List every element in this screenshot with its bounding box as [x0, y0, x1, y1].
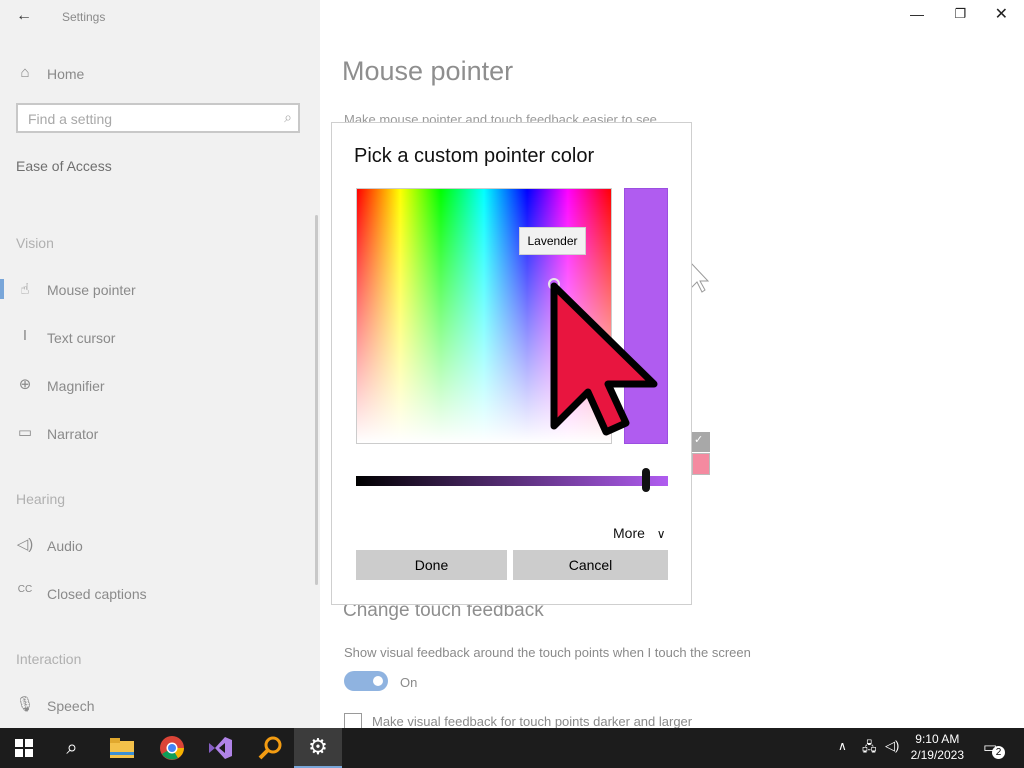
search-placeholder: Find a setting [28, 111, 113, 127]
magnifier-icon: ⊕ [18, 376, 32, 393]
speaker-icon: ◁) [16, 536, 34, 553]
taskbar: ⌕ ⚙ ∧ 🖧 ◁) 9:10 AM 2/19/2023 ▭ 2 [0, 728, 1024, 768]
mouse-pointer-icon: ☝ [20, 281, 30, 298]
restore-icon[interactable]: ❐ [954, 6, 966, 22]
category-heading: Ease of Access [16, 158, 112, 174]
clock-time: 9:10 AM [915, 732, 960, 746]
done-button[interactable]: Done [356, 550, 507, 580]
magnifier-app-icon[interactable] [246, 728, 294, 768]
brightness-slider[interactable] [356, 476, 668, 486]
custom-color-swatch-selected[interactable]: ✓ [692, 432, 710, 452]
sidebar-item-home[interactable]: Home [47, 66, 84, 82]
pink-color-swatch[interactable] [692, 453, 710, 475]
settings-gear-icon[interactable]: ⚙ [294, 728, 342, 768]
color-name-tooltip: Lavender [519, 227, 586, 255]
page-title: Mouse pointer [342, 56, 514, 86]
sidebar-item-text-cursor[interactable]: Text cursor [47, 330, 115, 346]
sidebar-item-narrator[interactable]: Narrator [47, 426, 98, 442]
section-heading-hearing: Hearing [16, 491, 66, 507]
section-heading-interaction: Interaction [16, 651, 82, 667]
sidebar-item-audio[interactable]: Audio [47, 538, 83, 554]
settings-sidebar: ← Settings ⌂ Home Find a setting ⌕ Ease … [0, 0, 320, 728]
more-label: More [613, 525, 645, 541]
checkmark-icon: ✓ [694, 434, 704, 446]
touch-feedback-toggle[interactable] [344, 671, 388, 691]
toggle-knob [373, 676, 383, 686]
cancel-button[interactable]: Cancel [513, 550, 668, 580]
sidebar-item-magnifier[interactable]: Magnifier [47, 378, 105, 394]
home-icon: ⌂ [20, 64, 30, 81]
text-cursor-icon: I [22, 327, 28, 344]
sidebar-item-mouse-pointer[interactable]: Mouse pointer [47, 282, 136, 298]
microphone-icon: 🎙 [15, 696, 35, 713]
closed-captions-icon: CC [17, 584, 33, 595]
notification-count-badge: 2 [992, 746, 1005, 759]
minimize-icon[interactable]: — [910, 6, 924, 22]
network-icon[interactable]: 🖧 [862, 738, 877, 760]
narrator-icon: ▭ [17, 424, 33, 441]
dialog-title: Pick a custom pointer color [354, 145, 595, 167]
touch-feedback-description: Show visual feedback around the touch po… [344, 645, 751, 660]
arrow-left-icon[interactable]: ← [14, 7, 34, 25]
brightness-slider-thumb[interactable] [642, 468, 650, 492]
notifications-icon[interactable]: ▭ 2 [983, 738, 1005, 759]
volume-icon[interactable]: ◁) [885, 738, 899, 754]
file-explorer-icon[interactable] [98, 728, 146, 768]
selection-indicator [0, 279, 4, 299]
more-button[interactable]: More ∨ [613, 525, 666, 541]
sidebar-item-closed-captions[interactable]: Closed captions [47, 586, 147, 602]
visual-studio-icon[interactable] [196, 728, 244, 768]
search-input[interactable]: Find a setting ⌕ [16, 103, 300, 133]
section-heading-vision: Vision [16, 235, 54, 251]
toggle-state-label: On [400, 675, 418, 690]
darker-feedback-label: Make visual feedback for touch points da… [372, 714, 693, 729]
window-title: Settings [62, 10, 106, 24]
close-icon[interactable]: ✕ [995, 4, 1008, 24]
clock-date: 2/19/2023 [910, 748, 964, 762]
pointer-preview-icon [690, 262, 710, 293]
chrome-icon[interactable] [148, 728, 196, 768]
clock[interactable]: 9:10 AM 2/19/2023 [911, 731, 964, 763]
chevron-down-icon: ∨ [656, 527, 666, 541]
search-icon: ⌕ [284, 109, 292, 125]
chevron-up-icon[interactable]: ∧ [838, 739, 847, 753]
start-icon[interactable] [0, 728, 48, 768]
large-pointer-cursor-icon [550, 282, 658, 436]
search-icon[interactable]: ⌕ [48, 728, 96, 768]
sidebar-item-speech[interactable]: Speech [47, 698, 94, 714]
sidebar-scrollbar[interactable] [315, 215, 318, 585]
